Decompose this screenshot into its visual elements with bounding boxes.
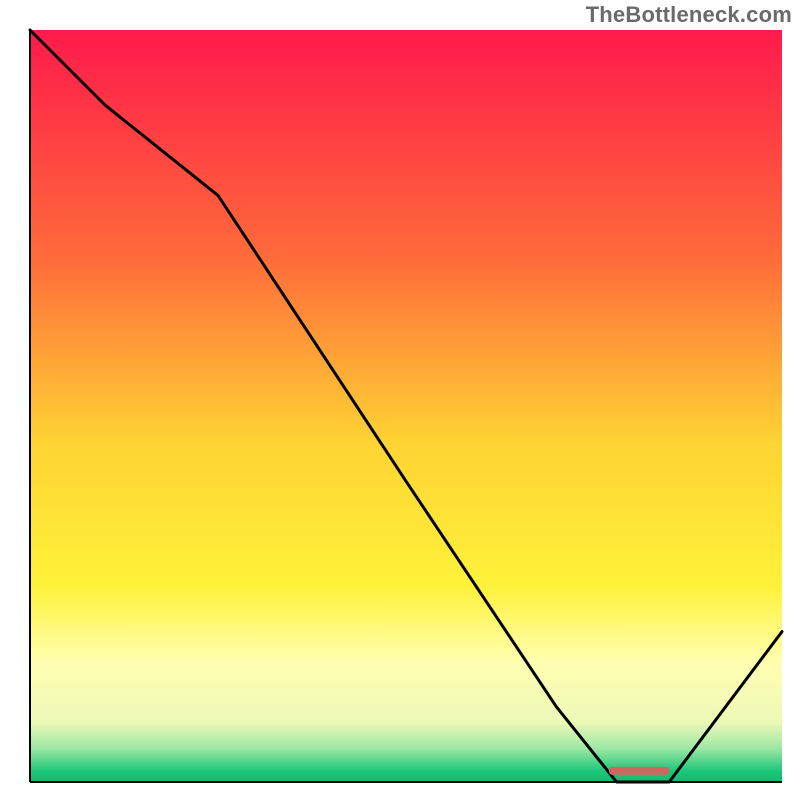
plot-background xyxy=(30,30,782,782)
bottleneck-chart xyxy=(0,0,800,800)
optimal-range-marker xyxy=(609,767,669,775)
chart-frame: TheBottleneck.com xyxy=(0,0,800,800)
